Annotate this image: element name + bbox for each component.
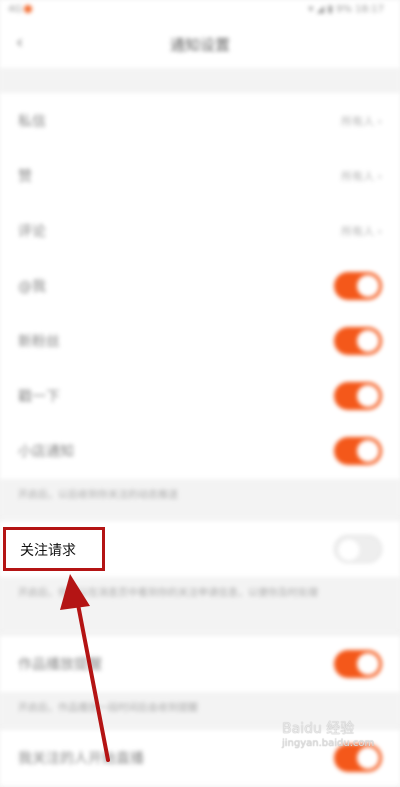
watermark-url: jingyan.baidu.com xyxy=(282,738,375,749)
annotation-arrow-icon xyxy=(60,574,110,762)
watermark-brand: Baidu 经验 xyxy=(282,721,355,737)
watermark-logo: Baidu 经验 jingyan.baidu.com xyxy=(282,718,374,749)
